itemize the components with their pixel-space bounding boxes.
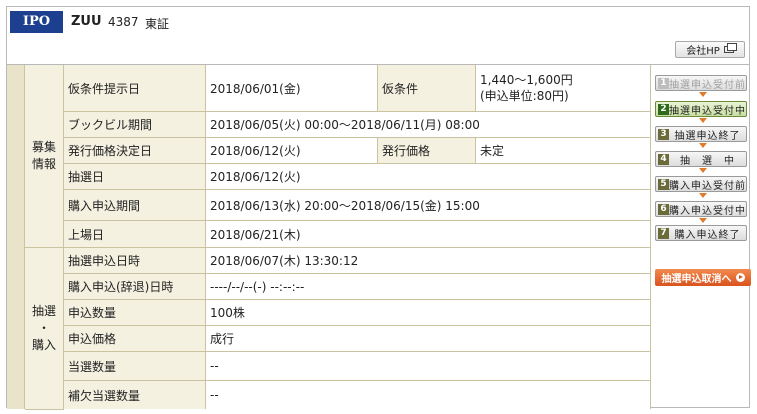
row-label: 申込数量: [64, 300, 206, 326]
step-arrow-icon: [699, 92, 707, 97]
row-value: --: [206, 381, 651, 409]
row-label: ブックビル期間: [64, 112, 206, 138]
row-value: 2018/06/13(水) 20:00～2018/06/15(金) 15:00: [206, 190, 651, 221]
step-number: 4: [658, 153, 669, 165]
row-value: 2018/06/21(木): [206, 221, 651, 248]
step-arrow-icon: [699, 118, 707, 123]
step-label: 購入申込終了: [674, 229, 741, 241]
row-label: 上場日: [64, 221, 206, 248]
table-row: 申込数量 100株: [64, 300, 651, 326]
row-label: 発行価格決定日: [64, 138, 206, 164]
table-row: 当選数量 --: [64, 352, 651, 381]
row-label: 補欠当選数量: [64, 381, 206, 409]
step-number: 7: [658, 227, 669, 239]
row-label: 抽選日: [64, 164, 206, 190]
table-row: 申込価格 成行: [64, 326, 651, 352]
step-number: 3: [658, 128, 669, 140]
ipo-badge: IPO: [10, 11, 63, 33]
company-hp-button[interactable]: 会社HP: [675, 41, 745, 58]
table-row: 抽選日 2018/06/12(火): [64, 164, 651, 190]
step-label: 抽 選 中: [680, 155, 735, 167]
row-value: ----/--/--(-) --:--:--: [206, 274, 651, 300]
step-4: 4 抽 選 中: [655, 151, 747, 167]
step-label: 抽選申込受付中: [669, 105, 746, 117]
ipo-panel: IPO ZUU 4387 東証 会社HP 募集 情報 抽選 ・ 購入 仮条件提示…: [6, 6, 751, 410]
row-label: 仮条件提示日: [64, 65, 206, 112]
table-row: 仮条件提示日 2018/06/01(金) 仮条件 1,440～1,600円 (申…: [64, 65, 651, 112]
ipo-info-table: 募集 情報 抽選 ・ 購入 仮条件提示日 2018/06/01(金) 仮条件 1…: [7, 64, 749, 410]
row-value: 2018/06/12(火): [206, 164, 651, 190]
step-6: 6 購入申込受付中: [655, 201, 747, 217]
row-label: 抽選申込日時: [64, 248, 206, 274]
stock-name: ZUU: [71, 14, 102, 29]
arrow-right-circle-icon: [735, 273, 745, 282]
section-boshu-label: 募集 情報: [25, 65, 64, 248]
step-number: 5: [658, 178, 669, 190]
row-label: 購入申込期間: [64, 190, 206, 221]
step-2: 2 抽選申込受付中: [655, 101, 747, 117]
step-arrow-icon: [699, 218, 707, 223]
row-label: 仮条件: [378, 65, 476, 112]
row-value: 成行: [206, 326, 651, 352]
step-3: 3 抽選申込終了: [655, 126, 747, 142]
step-arrow-icon: [699, 168, 707, 173]
step-number: 1: [658, 77, 669, 89]
cancel-lottery-button[interactable]: 抽選申込取消へ: [655, 269, 751, 286]
step-5: 5 購入申込受付前: [655, 176, 747, 192]
section-chusen-label: 抽選 ・ 購入: [25, 248, 64, 410]
row-label: 購入申込(辞退)日時: [64, 274, 206, 300]
row-value: 2018/06/12(火): [206, 138, 378, 164]
step-7: 7 購入申込終了: [655, 225, 747, 241]
table-row: 上場日 2018/06/21(木): [64, 221, 651, 248]
step-label: 抽選申込終了: [674, 130, 741, 142]
step-label: 抽選申込受付前: [669, 79, 746, 91]
stock-code: 4387: [108, 15, 139, 29]
step-label: 購入申込受付前: [669, 180, 746, 192]
table-row: 発行価格決定日 2018/06/12(火) 発行価格 未定: [64, 138, 651, 164]
row-value: 未定: [476, 138, 651, 164]
row-value: --: [206, 352, 651, 381]
table-row: 抽選申込日時 2018/06/07(木) 13:30:12: [64, 248, 651, 274]
row-value: 2018/06/01(金): [206, 65, 378, 112]
step-number: 2: [658, 103, 669, 115]
row-label: 申込価格: [64, 326, 206, 352]
table-row: 補欠当選数量 --: [64, 381, 651, 409]
step-number: 6: [658, 203, 669, 215]
step-1: 1 抽選申込受付前: [655, 75, 747, 91]
row-value: 2018/06/07(木) 13:30:12: [206, 248, 651, 274]
stock-market: 東証: [145, 17, 170, 31]
row-label: 当選数量: [64, 352, 206, 381]
step-arrow-icon: [699, 143, 707, 148]
cancel-lottery-label: 抽選申込取消へ: [661, 274, 732, 285]
step-label: 購入申込受付中: [669, 205, 746, 217]
step-arrow-icon: [699, 193, 707, 198]
row-label: 発行価格: [378, 138, 476, 164]
table-row: 購入申込期間 2018/06/13(水) 20:00～2018/06/15(金)…: [64, 190, 651, 221]
row-value: 100株: [206, 300, 651, 326]
table-row: ブックビル期間 2018/06/05(火) 00:00～2018/06/11(月…: [64, 112, 651, 138]
row-value: 1,440～1,600円 (申込単位:80円): [476, 65, 651, 112]
company-hp-label: 会社HP: [686, 46, 720, 57]
left-bar: [7, 65, 25, 409]
table-row: 購入申込(辞退)日時 ----/--/--(-) --:--:--: [64, 274, 651, 300]
external-link-icon: [723, 43, 737, 53]
row-value: 2018/06/05(火) 00:00～2018/06/11(月) 08:00: [206, 112, 651, 138]
